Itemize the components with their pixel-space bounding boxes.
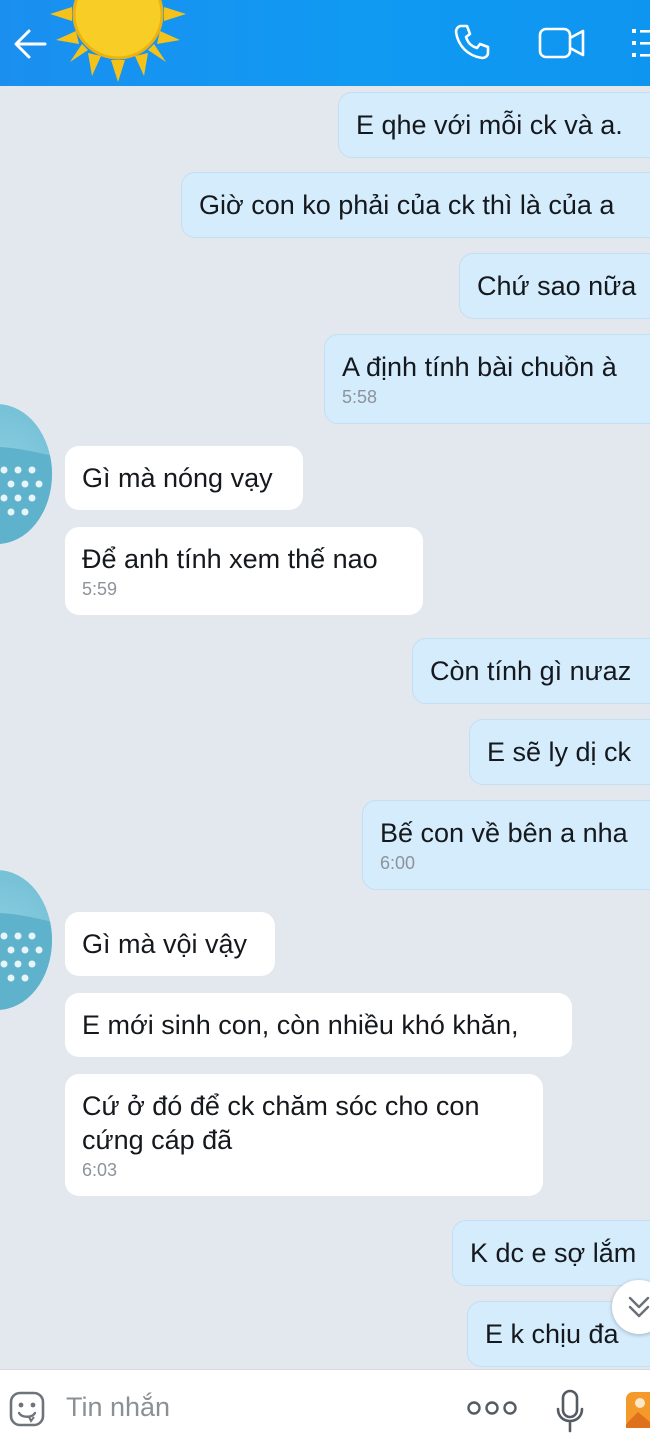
message-text: Chứ sao nữa (477, 271, 637, 301)
message-text: E mới sinh con, còn nhiều khó khăn, (82, 1010, 519, 1040)
message-bubble-incoming[interactable]: E mới sinh con, còn nhiều khó khăn, (65, 993, 572, 1057)
arrow-left-icon[interactable] (12, 26, 48, 62)
message-bubble-outgoing[interactable]: Chứ sao nữa (459, 253, 650, 319)
message-bubble-outgoing[interactable]: Giờ con ko phải của ck thì là của a (181, 172, 650, 238)
message-bubble-incoming[interactable]: Gì mà nóng vạy (65, 446, 303, 510)
message-timestamp: 5:58 (342, 387, 378, 407)
message-list[interactable]: E qhe với mỗi ck và a. Giờ con ko phải c… (0, 86, 650, 1369)
message-text: A định tính bài chuồn à (342, 352, 617, 382)
message-input[interactable]: Tin nhắn (66, 1390, 170, 1424)
chevron-down-icon (628, 1296, 650, 1318)
message-bubble-outgoing[interactable]: E qhe với mỗi ck và a. (338, 92, 650, 158)
message-text: Bế con về bên a nha (380, 818, 628, 848)
avatar[interactable] (0, 870, 52, 1010)
avatar-pattern-icon (0, 447, 52, 544)
message-text: Còn tính gì nưaz (430, 656, 632, 686)
message-text: Để anh tính xem thế nao (82, 544, 378, 574)
phone-icon[interactable] (452, 22, 492, 62)
avatar[interactable] (0, 404, 52, 544)
message-text: Cứ ở đó để ck chăm sóc cho con cứng cáp … (82, 1091, 480, 1155)
message-bubble-incoming[interactable]: Cứ ở đó để ck chăm sóc cho con cứng cáp … (65, 1074, 543, 1196)
emoji-icon[interactable] (8, 1390, 46, 1428)
message-text: E sẽ ly dị ck (487, 737, 632, 767)
message-bubble-outgoing[interactable]: Bế con về bên a nha 6:00 (362, 800, 650, 890)
message-text: Gì mà nóng vạy (82, 463, 273, 493)
message-input-bar: Tin nhắn (0, 1369, 650, 1444)
avatar-pattern-icon (0, 913, 52, 1010)
microphone-icon[interactable] (554, 1388, 586, 1434)
message-text: K dc e sợ lắm (470, 1238, 637, 1268)
message-timestamp: 6:00 (380, 853, 416, 873)
message-text: Gì mà vội vậy (82, 929, 248, 959)
message-bubble-incoming[interactable]: Để anh tính xem thế nao 5:59 (65, 527, 423, 615)
message-bubble-outgoing[interactable]: A định tính bài chuồn à 5:58 (324, 334, 650, 424)
list-icon[interactable] (628, 24, 650, 62)
message-text: Giờ con ko phải của ck thì là của a (199, 190, 615, 220)
message-text: E k chịu đa (485, 1319, 619, 1349)
message-text: E qhe với mỗi ck và a. (356, 110, 623, 140)
more-dots-icon[interactable] (466, 1400, 518, 1416)
sun-sticker-icon (50, 0, 186, 82)
message-bubble-outgoing[interactable]: K dc e sợ lắm (452, 1220, 650, 1286)
message-bubble-outgoing[interactable]: Còn tính gì nưaz (412, 638, 650, 704)
chat-header (0, 0, 650, 86)
message-timestamp: 6:03 (82, 1160, 118, 1180)
image-icon[interactable] (624, 1390, 650, 1430)
video-camera-icon[interactable] (537, 24, 587, 62)
message-bubble-incoming[interactable]: Gì mà vội vậy (65, 912, 275, 976)
message-timestamp: 5:59 (82, 579, 118, 599)
message-bubble-outgoing[interactable]: E sẽ ly dị ck (469, 719, 650, 785)
